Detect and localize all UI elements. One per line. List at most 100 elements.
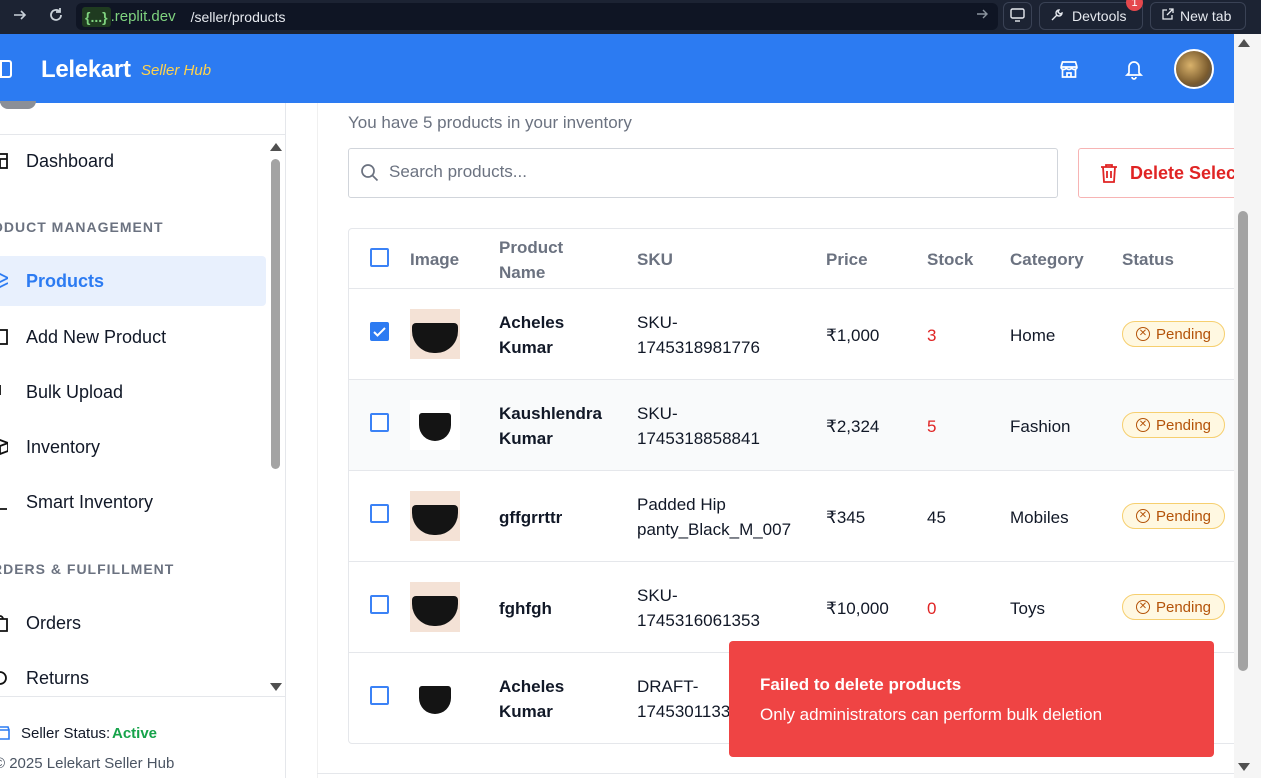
address-bar[interactable]: {...} .replit.dev /seller/products xyxy=(76,3,998,30)
brand-logo[interactable]: Lelekart xyxy=(41,56,131,84)
table-row[interactable]: Kaushlendra Kumar SKU- 1745318858841 ₹2,… xyxy=(349,380,1237,471)
product-sku: SKU- xyxy=(637,404,678,423)
product-sku-line2: 1745316061353 xyxy=(637,611,760,630)
status-badge: ✕ Pending xyxy=(1122,412,1225,438)
external-link-icon xyxy=(1161,8,1174,24)
sidebar-item-inventory[interactable]: Inventory xyxy=(0,422,266,472)
reload-icon[interactable] xyxy=(45,4,67,26)
store-icon[interactable] xyxy=(1058,58,1080,80)
product-price: ₹10,000 xyxy=(826,599,889,618)
trash-icon xyxy=(1100,163,1118,183)
product-sku: Padded Hip xyxy=(637,495,726,514)
select-all-checkbox[interactable] xyxy=(370,248,389,267)
column-header-status: Status xyxy=(1122,250,1174,269)
scroll-up-icon[interactable] xyxy=(1238,39,1250,47)
delete-selected-label: Delete Selected xyxy=(1130,162,1247,183)
product-category: Fashion xyxy=(1010,417,1071,436)
row-checkbox[interactable] xyxy=(370,322,389,341)
table-row[interactable]: gffgrrttr Padded Hip panty_Black_M_007 ₹… xyxy=(349,471,1237,562)
sidebar-item-products[interactable]: Products xyxy=(0,256,266,306)
sidebar-item-label: Smart Inventory xyxy=(26,491,154,512)
section-heading-orders: RDERS & FULFILLMENT xyxy=(0,561,175,577)
devtools-label: Devtools xyxy=(1072,8,1127,24)
product-sku: DRAFT- xyxy=(637,677,699,696)
app-header: Lelekart Seller Hub xyxy=(0,34,1234,103)
product-thumbnail xyxy=(410,673,460,723)
sidebar-item-bulk-upload[interactable]: Bulk Upload xyxy=(0,367,266,417)
product-category: Home xyxy=(1010,326,1056,345)
wrench-icon xyxy=(1050,8,1064,25)
sidebar-item-label: Inventory xyxy=(26,436,101,457)
search-box[interactable] xyxy=(348,148,1058,198)
new-tab-label: New tab xyxy=(1180,8,1232,24)
status-label: Pending xyxy=(1155,416,1212,434)
column-header-sku: SKU xyxy=(637,250,673,269)
search-icon xyxy=(360,163,379,187)
product-category: Mobiles xyxy=(1010,508,1069,527)
table-row[interactable]: fghfgh SKU- 1745316061353 ₹10,000 0 Toys… xyxy=(349,562,1237,653)
column-header-name-line2: Name xyxy=(499,263,546,282)
row-checkbox[interactable] xyxy=(370,413,389,432)
product-name-line2: Kumar xyxy=(499,702,553,721)
device-preview-button[interactable] xyxy=(1003,2,1032,30)
new-tab-button[interactable]: New tab xyxy=(1150,2,1246,30)
product-price: ₹2,324 xyxy=(826,417,880,436)
product-sku-line2: panty_Black_M_007 xyxy=(637,520,792,539)
sidebar-scroll-thumb[interactable] xyxy=(271,159,280,469)
sidebar-item-smart-inventory[interactable]: Smart Inventory xyxy=(0,477,266,527)
product-name-line2: Kumar xyxy=(499,429,553,448)
delete-selected-button[interactable]: Delete Selected xyxy=(1078,148,1248,198)
sidebar-item-label: Bulk Upload xyxy=(26,381,124,402)
chart-icon xyxy=(0,493,8,511)
product-stock: 0 xyxy=(927,599,937,618)
product-sku-line2: 1745318981776 xyxy=(637,338,760,357)
sidebar-item-label: Products xyxy=(26,270,105,291)
status-label: Pending xyxy=(1155,598,1212,616)
sidebar-item-orders[interactable]: Orders xyxy=(0,598,266,648)
product-thumbnail xyxy=(410,309,460,359)
browser-toolbar: {...} .replit.dev /seller/products Devto… xyxy=(0,0,1261,34)
x-circle-icon: ✕ xyxy=(1135,327,1150,341)
copyright-text: © 2025 Lelekart Seller Hub xyxy=(0,755,175,772)
bell-icon[interactable] xyxy=(1124,58,1146,80)
page-scroll-thumb[interactable] xyxy=(1238,211,1248,671)
bag-icon xyxy=(0,614,8,632)
row-checkbox[interactable] xyxy=(370,595,389,614)
search-input[interactable] xyxy=(389,162,989,182)
scroll-down-icon[interactable] xyxy=(270,683,282,691)
sidebar-avatar xyxy=(0,101,36,109)
sidebar-toggle-icon[interactable] xyxy=(0,60,12,83)
sidebar-item-label: Add New Product xyxy=(26,326,167,347)
plus-square-icon xyxy=(0,328,8,346)
table-row[interactable]: Acheles Kumar SKU- 1745318981776 ₹1,000 … xyxy=(349,289,1237,380)
layers-icon xyxy=(0,272,11,290)
sidebar-footer: Seller Status: Active © 2025 Lelekart Se… xyxy=(0,696,286,778)
go-arrow-icon[interactable] xyxy=(976,7,990,24)
scroll-down-icon[interactable] xyxy=(1238,763,1250,771)
divider xyxy=(0,134,286,135)
sidebar-item-dashboard[interactable]: Dashboard xyxy=(0,136,266,186)
sidebar-item-add-new-product[interactable]: Add New Product xyxy=(0,312,266,362)
dashboard-icon xyxy=(0,152,8,170)
url-path: /seller/products xyxy=(190,8,286,25)
row-checkbox[interactable] xyxy=(370,504,389,523)
store-small-icon xyxy=(0,725,10,746)
product-stock: 3 xyxy=(927,326,937,345)
x-circle-icon: ✕ xyxy=(1135,600,1150,614)
status-badge: ✕ Pending xyxy=(1122,594,1225,620)
scroll-up-icon[interactable] xyxy=(270,143,282,151)
row-checkbox[interactable] xyxy=(370,686,389,705)
user-avatar[interactable] xyxy=(1174,49,1214,89)
sidebar-item-label: Orders xyxy=(26,612,82,633)
product-sku-line2: 1745301133 xyxy=(637,702,731,721)
toast-message: Only administrators can perform bulk del… xyxy=(760,705,1103,724)
product-name: fghfgh xyxy=(499,599,552,618)
section-heading-product: ODUCT MANAGEMENT xyxy=(0,219,164,235)
column-header-price: Price xyxy=(826,250,868,269)
product-sku-line2: 1745318858841 xyxy=(637,429,760,448)
box-icon xyxy=(0,438,9,456)
product-name: gffgrrttr xyxy=(499,508,563,527)
forward-arrow-icon[interactable] xyxy=(9,4,31,26)
error-toast[interactable]: Failed to delete products Only administr… xyxy=(729,641,1214,757)
table-header: Image Product Name SKU Price Stock Categ… xyxy=(349,229,1237,289)
